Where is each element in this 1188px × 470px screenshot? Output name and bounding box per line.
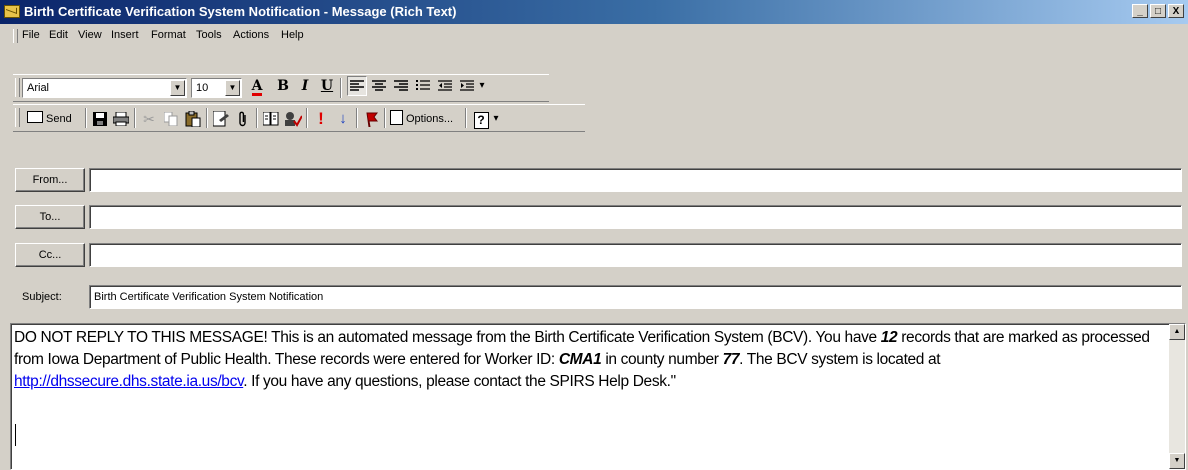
body-text: . The BCV system is located at	[739, 351, 941, 368]
paste-icon[interactable]	[183, 109, 203, 129]
message-envelope-icon	[4, 5, 20, 18]
from-field[interactable]	[89, 168, 1182, 192]
toolbar-separator	[206, 108, 208, 128]
maximize-button[interactable]: □	[1150, 4, 1166, 18]
check-names-icon[interactable]	[283, 109, 303, 129]
scroll-up-icon[interactable]: ▲	[1169, 324, 1185, 340]
cut-icon[interactable]: ✂	[139, 109, 159, 129]
to-field[interactable]	[89, 205, 1182, 229]
high-importance-icon[interactable]: !	[311, 109, 331, 129]
copy-icon[interactable]	[161, 109, 181, 129]
menu-tools[interactable]: Tools	[196, 29, 222, 41]
message-body[interactable]: DO NOT REPLY TO THIS MESSAGE! This is an…	[10, 323, 1186, 470]
toolbar-grip	[15, 108, 20, 127]
window-controls: _ □ X	[1132, 4, 1184, 18]
decrease-indent-icon[interactable]	[435, 76, 455, 96]
increase-indent-icon[interactable]	[457, 76, 477, 96]
align-center-icon[interactable]	[369, 76, 389, 96]
toolbar-grip	[15, 78, 20, 97]
font-name-value: Arial	[27, 82, 50, 94]
county-number: 77	[722, 351, 740, 368]
menu-help[interactable]: Help	[281, 29, 304, 41]
toolbar-separator	[465, 108, 467, 128]
window-title: Birth Certificate Verification System No…	[24, 4, 457, 19]
attach-file-icon[interactable]	[233, 109, 253, 129]
menu-bar: File Edit View Insert Format Tools Actio…	[0, 26, 1188, 46]
to-button[interactable]: To...	[15, 205, 85, 229]
menu-view[interactable]: View	[78, 29, 102, 41]
options-icon	[390, 110, 403, 125]
message-text: DO NOT REPLY TO THIS MESSAGE! This is an…	[14, 327, 1164, 393]
address-book-icon[interactable]	[211, 109, 231, 129]
from-button[interactable]: From...	[15, 168, 85, 192]
font-name-select[interactable]: Arial ▼	[22, 78, 187, 98]
toolbar-separator	[306, 108, 308, 128]
bullets-icon[interactable]	[413, 76, 433, 96]
font-color-icon: A	[251, 78, 263, 96]
font-size-select[interactable]: 10 ▼	[191, 78, 242, 98]
help-button[interactable]: ?	[471, 109, 491, 129]
toolbar-separator	[85, 108, 87, 128]
align-right-icon[interactable]	[391, 76, 411, 96]
chevron-down-icon[interactable]: ▼	[170, 80, 185, 96]
flag-icon[interactable]	[361, 109, 381, 129]
menu-actions[interactable]: Actions	[233, 29, 269, 41]
close-button[interactable]: X	[1168, 4, 1184, 18]
low-importance-icon[interactable]: ↓	[333, 109, 353, 129]
toolbar-options-chevron-icon[interactable]: ▾	[477, 76, 487, 96]
menu-insert[interactable]: Insert	[111, 29, 139, 41]
standard-toolbar: Send ✂ ! ↓ Options... ? ▾	[13, 104, 585, 132]
record-count: 12	[880, 329, 898, 346]
print-icon[interactable]	[111, 109, 131, 129]
menu-grip	[13, 29, 18, 43]
minimize-button[interactable]: _	[1132, 4, 1148, 18]
font-size-value: 10	[196, 82, 209, 94]
options-label: Options...	[406, 113, 454, 125]
body-text: . If you have any questions, please cont…	[243, 373, 676, 390]
menu-format[interactable]: Format	[151, 29, 186, 41]
menu-file[interactable]: File	[22, 29, 40, 41]
help-icon: ?	[473, 112, 489, 129]
scroll-down-icon[interactable]: ▼	[1169, 453, 1185, 469]
cc-button[interactable]: Cc...	[15, 243, 85, 267]
worker-id: CMA1	[558, 351, 602, 368]
address-book-icon[interactable]	[261, 109, 281, 129]
options-button[interactable]: Options...	[390, 110, 453, 128]
toolbar-separator	[356, 108, 358, 128]
toolbar-separator	[256, 108, 258, 128]
italic-button[interactable]: I	[295, 76, 315, 96]
body-text: in county number	[601, 351, 723, 368]
cc-field[interactable]	[89, 243, 1182, 267]
formatting-toolbar: Arial ▼ 10 ▼ A B I U ▾	[13, 74, 549, 102]
toolbar-separator	[384, 108, 386, 128]
menu-edit[interactable]: Edit	[49, 29, 68, 41]
bcv-link[interactable]: http://dhssecure.dhs.state.ia.us/bcv	[14, 373, 244, 390]
toolbar-separator	[134, 108, 136, 128]
text-caret	[15, 424, 16, 446]
bold-button[interactable]: B	[273, 76, 293, 96]
subject-label: Subject:	[22, 291, 62, 303]
font-color-button[interactable]: A	[247, 76, 267, 96]
send-button[interactable]: Send	[27, 110, 81, 128]
title-bar: Birth Certificate Verification System No…	[0, 0, 1188, 24]
toolbar-separator	[340, 78, 342, 98]
save-icon[interactable]	[90, 109, 110, 129]
chevron-down-icon[interactable]: ▼	[225, 80, 240, 96]
body-text: DO NOT REPLY TO THIS MESSAGE! This is an…	[14, 329, 881, 346]
underline-button[interactable]: U	[317, 76, 337, 96]
align-left-icon[interactable]	[347, 76, 367, 96]
vertical-scrollbar[interactable]: ▲ ▼	[1169, 324, 1185, 469]
send-icon	[27, 111, 43, 123]
toolbar-options-chevron-icon[interactable]: ▾	[491, 109, 501, 129]
send-label: Send	[46, 113, 72, 125]
subject-field[interactable]: Birth Certificate Verification System No…	[89, 285, 1182, 309]
